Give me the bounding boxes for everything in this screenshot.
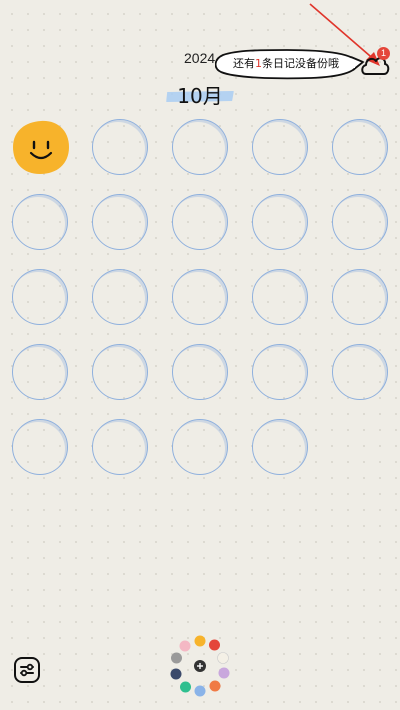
calendar-day-14[interactable]	[252, 269, 308, 325]
calendar-day-10[interactable]	[332, 194, 388, 250]
calendar-day-9[interactable]	[252, 194, 308, 250]
month-header[interactable]: 10月	[166, 80, 234, 108]
settings-button[interactable]	[13, 656, 41, 684]
calendar-day-13[interactable]	[172, 269, 228, 325]
calendar-day-18[interactable]	[172, 344, 228, 400]
calendar-day-11[interactable]	[12, 269, 68, 325]
calendar-day-6[interactable]	[12, 194, 68, 250]
calendar-day-17[interactable]	[92, 344, 148, 400]
calendar-day-16[interactable]	[12, 344, 68, 400]
sliders-icon	[14, 657, 40, 683]
calendar-day-21[interactable]	[12, 419, 68, 475]
calendar-day-2[interactable]	[92, 119, 148, 175]
calendar-day-15[interactable]	[332, 269, 388, 325]
calendar-day-8[interactable]	[172, 194, 228, 250]
calendar-day-12[interactable]	[92, 269, 148, 325]
cloud-badge: 1	[377, 47, 390, 60]
calendar-day-19[interactable]	[252, 344, 308, 400]
calendar-day-23[interactable]	[172, 419, 228, 475]
calendar-day-22[interactable]	[92, 419, 148, 475]
happy-face-icon	[13, 120, 69, 174]
calendar-day-3[interactable]	[172, 119, 228, 175]
year-label: 2024	[184, 50, 216, 66]
calendar-day-5[interactable]	[332, 119, 388, 175]
calendar-day-4[interactable]	[252, 119, 308, 175]
mood-wheel-icon	[170, 635, 230, 697]
calendar-day-7[interactable]	[92, 194, 148, 250]
calendar-day-24[interactable]	[252, 419, 308, 475]
calendar-day-1[interactable]	[12, 119, 69, 175]
calendar-day-20[interactable]	[332, 344, 388, 400]
mood-picker-button[interactable]	[166, 632, 234, 700]
month-label: 10月	[177, 84, 223, 108]
